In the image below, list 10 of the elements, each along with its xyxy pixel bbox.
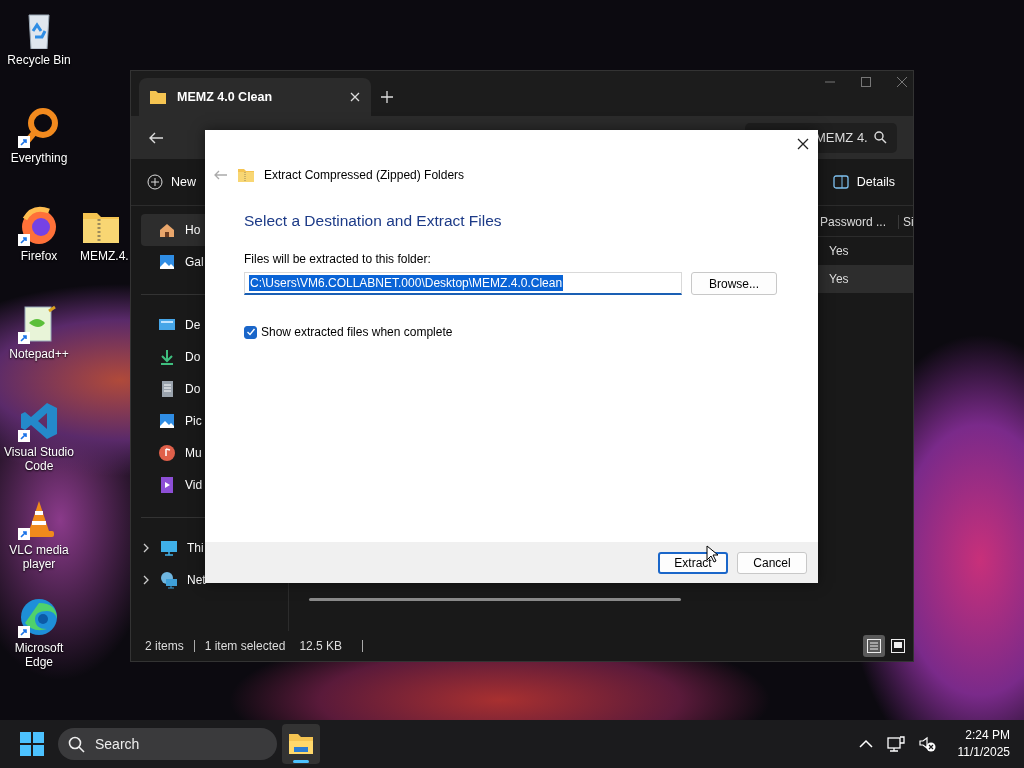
dialog-title: Extract Compressed (Zipped) Folders [264,168,465,182]
selection-info: 1 item selected [193,640,296,652]
clock-time: 2:24 PM [964,727,1010,744]
file-size: 12.5 KB [298,640,344,652]
clock-date: 11/1/2025 [957,744,1010,761]
field-label: Files will be extracted to this folder: [244,252,432,266]
tab-title: MEMZ 4.0 Clean [177,90,274,104]
dialog-heading: Select a Destination and Extract Files [244,212,503,230]
item-count: 2 items [145,640,185,652]
search-placeholder: Search [95,736,140,752]
